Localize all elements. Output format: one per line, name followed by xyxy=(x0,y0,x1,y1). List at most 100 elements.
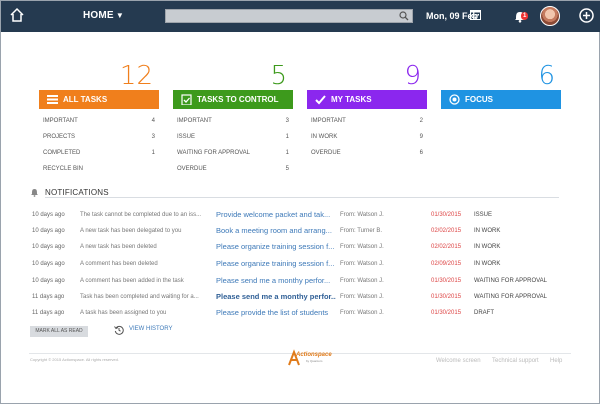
notification-from: From: Turner B. xyxy=(340,228,383,234)
search-icon[interactable] xyxy=(399,11,409,21)
row-label: OVERDUE xyxy=(311,150,341,156)
notification-text: A new task has been deleted xyxy=(80,244,157,250)
tasks-to-control-title: TASKS TO CONTROL xyxy=(197,95,279,104)
task-link[interactable]: Please provide the list of students xyxy=(216,305,336,321)
notification-status: IN WORK xyxy=(474,244,501,250)
all-tasks-button[interactable]: ALL TASKS xyxy=(39,90,159,109)
row-value: 1 xyxy=(151,150,155,156)
table-row[interactable]: 10 days ago A comment has been added in … xyxy=(32,273,562,289)
row-label: OVERDUE xyxy=(177,166,207,172)
tasks-to-control-button[interactable]: TASKS TO CONTROL xyxy=(173,90,293,109)
row-value: 5 xyxy=(285,166,289,172)
notification-time: 10 days ago xyxy=(32,278,65,284)
row-value: 3 xyxy=(285,118,289,124)
row-label: IMPORTANT xyxy=(43,118,78,124)
table-row[interactable]: 11 days ago A task has been assigned to … xyxy=(32,305,562,321)
notification-time: 10 days ago xyxy=(32,212,65,218)
home-menu[interactable]: HOME ▼ xyxy=(83,10,124,21)
notification-date: 02/09/2015 xyxy=(431,261,462,267)
notification-text: A comment has been deleted xyxy=(80,261,158,267)
list-item[interactable]: RECYCLE BIN xyxy=(39,161,159,177)
notification-time: 10 days ago xyxy=(32,261,65,267)
search-input[interactable] xyxy=(166,14,386,27)
notification-date: 01/30/2015 xyxy=(431,310,462,316)
my-tasks-count: 9 xyxy=(404,61,421,91)
table-row[interactable]: 10 days ago A new task has been deleted … xyxy=(32,239,562,255)
target-icon xyxy=(449,94,460,105)
task-link[interactable]: Please organize training session f... xyxy=(216,239,336,255)
notification-from: From: Watson J. xyxy=(340,278,384,284)
tasks-to-control-list: IMPORTANT 3 ISSUE 1 WAITING FOR APPROVAL 1 … xyxy=(173,113,293,177)
notification-from: From: Watson J. xyxy=(340,261,384,267)
list-item[interactable]: IMPORTANT 4 xyxy=(39,113,159,129)
notification-time: 10 days ago xyxy=(32,244,65,250)
row-label: RECYCLE BIN xyxy=(43,166,84,172)
row-value: 9 xyxy=(419,134,423,140)
copyright-text: Copyright © 2015 Actionspace. All rights… xyxy=(30,357,119,362)
task-link[interactable]: Please send me a monthy perfor... xyxy=(216,273,336,289)
search-box[interactable] xyxy=(165,9,413,27)
chevron-down-icon: ▼ xyxy=(115,11,124,20)
task-link[interactable]: Please organize training session f... xyxy=(216,256,336,272)
technical-support-link[interactable]: Technical support xyxy=(492,358,539,364)
row-value: 6 xyxy=(419,150,423,156)
help-link[interactable]: Help xyxy=(550,358,562,364)
logo-subtitle: by Quantum xyxy=(306,359,323,363)
row-label: IMPORTANT xyxy=(311,118,346,124)
focus-button[interactable]: FOCUS xyxy=(441,90,561,109)
table-row[interactable]: 10 days ago A new task has been delegate… xyxy=(32,223,562,239)
calendar-icon[interactable] xyxy=(470,9,481,20)
list-item[interactable]: COMPLETED 1 xyxy=(39,145,159,161)
list-item[interactable]: OVERDUE 5 xyxy=(173,161,293,177)
list-item[interactable]: ISSUE 1 xyxy=(173,129,293,145)
row-value: 1 xyxy=(285,150,289,156)
notification-status: IN WORK xyxy=(474,228,501,234)
row-label: PROJECTS xyxy=(43,134,76,140)
table-row[interactable]: 11 days ago Task has been completed and … xyxy=(32,289,562,305)
table-row[interactable]: 10 days ago A comment has been deleted P… xyxy=(32,256,562,272)
all-tasks-count: 12 xyxy=(119,61,153,91)
task-link[interactable]: Book a meeting room and arrang... xyxy=(216,223,336,239)
row-value: 4 xyxy=(151,118,155,124)
all-tasks-title: ALL TASKS xyxy=(63,95,108,104)
top-bar: HOME ▼ Mon, 09 Feb 1 xyxy=(1,1,600,32)
task-link[interactable]: Please send me a monthy perfor... xyxy=(216,289,336,305)
notification-status: WAITING FOR APPROVAL xyxy=(474,294,548,300)
list-item[interactable]: PROJECTS 3 xyxy=(39,129,159,145)
divider xyxy=(45,197,559,198)
task-link[interactable]: Provide welcome packet and tak... xyxy=(216,207,336,223)
add-icon[interactable] xyxy=(579,8,594,23)
notification-status: DRAFT xyxy=(474,310,494,316)
clipboard-check-icon xyxy=(181,94,192,105)
notification-from: From: Watson J. xyxy=(340,244,384,250)
notification-from: From: Watson J. xyxy=(340,212,384,218)
list-item[interactable]: WAITING FOR APPROVAL 1 xyxy=(173,145,293,161)
row-value: 3 xyxy=(151,134,155,140)
my-tasks-button[interactable]: MY TASKS xyxy=(307,90,427,109)
list-item[interactable]: IMPORTANT 2 xyxy=(307,113,427,129)
notifications-bell-icon xyxy=(31,189,38,197)
list-item[interactable]: OVERDUE 6 xyxy=(307,145,427,161)
home-menu-label: HOME xyxy=(83,10,114,21)
my-tasks-list: IMPORTANT 2 IN WORK 9 OVERDUE 6 xyxy=(307,113,427,161)
notification-status: WAITING FOR APPROVAL xyxy=(474,278,548,284)
all-tasks-list: IMPORTANT 4 PROJECTS 3 COMPLETED 1 RECYCLE … xyxy=(39,113,159,177)
mark-all-read-button[interactable]: MARK ALL AS READ xyxy=(30,326,88,337)
list-item[interactable]: IN WORK 9 xyxy=(307,129,427,145)
view-history-link[interactable]: VIEW HISTORY xyxy=(115,326,172,332)
row-value: 2 xyxy=(419,118,423,124)
row-label: IN WORK xyxy=(311,134,338,140)
notification-time: 11 days ago xyxy=(32,294,65,300)
table-row[interactable]: 10 days ago The task cannot be completed… xyxy=(32,207,562,223)
notification-status: ISSUE xyxy=(474,212,493,218)
avatar[interactable] xyxy=(540,6,560,26)
row-label: IMPORTANT xyxy=(177,118,212,124)
home-icon[interactable] xyxy=(9,7,25,23)
row-label: ISSUE xyxy=(177,134,196,140)
list-item[interactable]: IMPORTANT 3 xyxy=(173,113,293,129)
welcome-screen-link[interactable]: Welcome screen xyxy=(436,358,481,364)
row-label: WAITING FOR APPROVAL xyxy=(177,150,251,156)
notification-time: 10 days ago xyxy=(32,228,65,234)
focus-count: 6 xyxy=(538,61,555,91)
notification-date: 02/02/2015 xyxy=(431,228,462,234)
